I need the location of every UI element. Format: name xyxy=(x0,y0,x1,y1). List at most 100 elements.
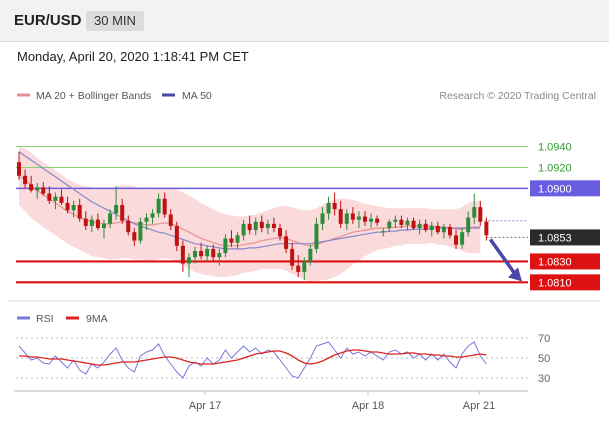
candle-body xyxy=(156,198,161,214)
candle-body xyxy=(59,196,64,203)
candle-body xyxy=(308,248,313,262)
candle-body xyxy=(460,232,465,245)
candle-body xyxy=(53,196,58,201)
level-label-1.0810: 1.0810 xyxy=(538,277,572,289)
level-label-1.0940: 1.0940 xyxy=(538,142,572,154)
rsi-tick-30: 30 xyxy=(538,373,550,385)
candle-body xyxy=(126,220,131,233)
candle-body xyxy=(314,223,319,249)
candle-body xyxy=(17,162,21,176)
candle-body xyxy=(478,207,483,222)
candle-body xyxy=(95,219,100,229)
legend-9ma-label: 9MA xyxy=(86,313,108,325)
candle-body xyxy=(447,226,452,236)
candle-body xyxy=(320,213,325,224)
candle-body xyxy=(174,225,179,246)
x-tick-label: Apr 17 xyxy=(189,400,221,412)
candle-body xyxy=(114,205,119,214)
level-label-1.0830: 1.0830 xyxy=(538,256,572,268)
candle-body xyxy=(47,193,52,201)
candle-body xyxy=(332,202,337,210)
candle-body xyxy=(199,251,204,257)
legend-rsi-label: RSI xyxy=(36,313,54,325)
candle-body xyxy=(454,235,459,245)
candle-body xyxy=(89,219,94,226)
candle-body xyxy=(265,223,270,229)
candle-body xyxy=(162,198,167,215)
candle-body xyxy=(350,213,355,220)
rsi-pane: 70 50 30 xyxy=(16,333,550,385)
rsi-line xyxy=(18,341,487,379)
candle-body xyxy=(65,202,70,211)
candle-body xyxy=(253,221,258,231)
candle-body xyxy=(168,214,173,226)
candle-body xyxy=(132,232,137,241)
candle-body xyxy=(217,253,222,258)
candle-body xyxy=(77,205,82,219)
candle-body xyxy=(381,231,386,233)
candle-body xyxy=(193,251,198,258)
candle-body xyxy=(369,218,374,222)
rsi-tick-70: 70 xyxy=(538,333,550,345)
candle-body xyxy=(29,184,34,191)
candle-body xyxy=(35,187,40,191)
candle-body xyxy=(362,216,367,222)
candle-body xyxy=(411,220,416,229)
candle-body xyxy=(211,248,216,258)
candle-body xyxy=(71,205,76,211)
candle-body xyxy=(101,223,106,229)
candle-body xyxy=(472,207,477,218)
research-credit: Research © 2020 Trading Central xyxy=(439,90,596,102)
candle-body xyxy=(223,238,228,254)
candle-body xyxy=(344,213,349,224)
candle-body xyxy=(235,235,240,243)
candle-body xyxy=(108,213,113,224)
candle-body xyxy=(387,221,392,229)
forecast-arrow-shaft xyxy=(488,238,518,277)
candle-body xyxy=(375,218,380,223)
candle-body xyxy=(23,175,28,185)
candle-body xyxy=(435,225,440,233)
current-price-label: 1.0853 xyxy=(538,232,572,244)
level-label-1.0920: 1.0920 xyxy=(538,162,572,174)
candle-body xyxy=(241,223,246,236)
price-level-labels: 1.0940 1.0920 1.0900 1.0830 1.0810 1.0853 xyxy=(488,142,600,291)
candle-body xyxy=(466,217,471,233)
candle-body xyxy=(356,216,361,220)
x-tick-label: Apr 21 xyxy=(463,400,495,412)
candle-body xyxy=(83,218,88,226)
candle-body xyxy=(271,223,276,229)
x-axis: Apr 17 Apr 18 Apr 21 xyxy=(189,391,495,412)
candle-body xyxy=(229,238,234,243)
candle-body xyxy=(296,265,301,272)
candle-body xyxy=(41,187,46,194)
candle-body xyxy=(326,202,331,214)
candle-body xyxy=(150,213,155,218)
candle-body xyxy=(138,221,143,241)
candle-body xyxy=(393,219,398,222)
candle-body xyxy=(417,223,422,229)
candle-body xyxy=(144,217,149,222)
candle-body xyxy=(120,205,125,221)
candle-body xyxy=(441,226,446,233)
rsi-tick-50: 50 xyxy=(538,353,550,365)
candle-body xyxy=(484,221,489,236)
x-tick-label: Apr 18 xyxy=(352,400,384,412)
candle-body xyxy=(399,219,404,225)
candle-body xyxy=(284,236,289,249)
legend-ma20-label: MA 20 + Bollinger Bands xyxy=(36,90,151,102)
candle-body xyxy=(278,228,283,237)
candle-body xyxy=(180,245,185,264)
candle-body xyxy=(423,223,428,231)
candle-body xyxy=(205,248,210,257)
price-chart: MA 20 + Bollinger Bands MA 50 Research ©… xyxy=(8,90,601,412)
candle-body xyxy=(302,261,307,272)
candle-body xyxy=(247,223,252,231)
candle-body xyxy=(338,209,343,224)
legend-ma50-label: MA 50 xyxy=(182,90,212,102)
candle-body xyxy=(186,257,191,264)
candle-body xyxy=(405,220,410,225)
candle-body xyxy=(259,221,264,229)
candle-body xyxy=(429,225,434,231)
candle-body xyxy=(290,248,295,266)
